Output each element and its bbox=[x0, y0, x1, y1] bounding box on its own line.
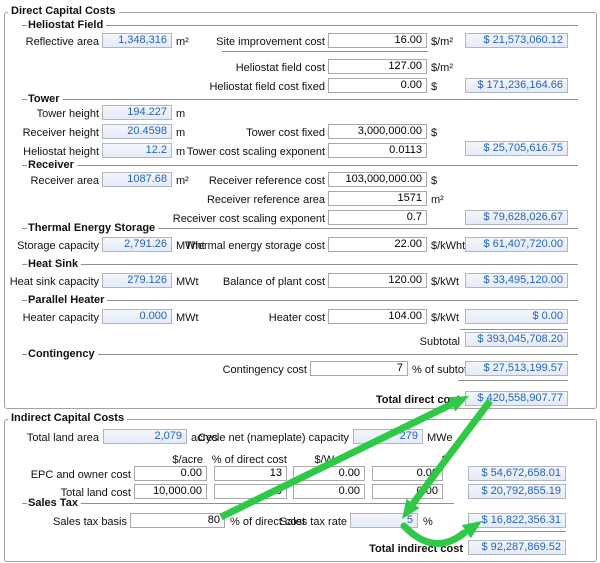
receiver-reference-area-input[interactable]: 1571 bbox=[328, 191, 427, 206]
total-indirect-cost-value: $ 92,287,869.52 bbox=[468, 540, 566, 555]
reflective-area-label: Reflective area bbox=[0, 36, 99, 49]
tower-scaling-exponent-label: Tower cost scaling exponent bbox=[125, 146, 325, 159]
receiver-reference-cost-unit: $ bbox=[431, 175, 437, 188]
heater-capacity-label: Heater capacity bbox=[0, 312, 99, 325]
sales-tax-rate-label: Sales tax rate bbox=[250, 516, 347, 529]
section-contingency-label: Contingency bbox=[27, 348, 98, 360]
epc-total-value: $ 54,672,658.01 bbox=[468, 466, 566, 481]
section-heat-sink: Heat Sink bbox=[22, 258, 578, 270]
heliostat-field-total-value: $ 171,236,164.66 bbox=[465, 78, 568, 93]
tower-total-value: $ 25,705,616.75 bbox=[465, 141, 568, 156]
balance-of-plant-cost-unit: $/kWt bbox=[431, 276, 459, 289]
heliostat-field-cost-input[interactable]: 127.00 bbox=[328, 59, 427, 74]
section-heliostat-field-label: Heliostat Field bbox=[27, 19, 106, 31]
tower-scaling-exponent-input[interactable]: 0.0113 bbox=[328, 143, 427, 158]
tower-cost-fixed-unit: $ bbox=[431, 127, 437, 140]
tower-cost-fixed-label: Tower cost fixed bbox=[125, 127, 325, 140]
sales-tax-basis-input[interactable]: 80 bbox=[130, 513, 225, 528]
receiver-height-label: Receiver height bbox=[0, 127, 99, 140]
receiver-reference-cost-input[interactable]: 103,000,000.00 bbox=[328, 172, 427, 187]
sales-tax-rate-field: 5 bbox=[350, 513, 418, 528]
contingency-total-value: $ 27,513,199.57 bbox=[465, 361, 568, 376]
tower-height-label: Tower height bbox=[0, 108, 99, 121]
receiver-reference-area-label: Receiver reference area bbox=[125, 194, 325, 207]
balance-of-plant-cost-input[interactable]: 120.00 bbox=[328, 273, 427, 288]
heliostat-separator-line bbox=[222, 51, 428, 52]
epc-owner-cost-label: EPC and owner cost bbox=[0, 469, 131, 482]
section-receiver: Receiver bbox=[22, 159, 578, 171]
nameplate-capacity-field: 279 bbox=[353, 429, 423, 444]
receiver-reference-area-unit: m² bbox=[431, 194, 444, 207]
receiver-reference-cost-label: Receiver reference cost bbox=[125, 175, 325, 188]
contingency-cost-input[interactable]: 7 bbox=[310, 361, 408, 376]
land-cost-total-value: $ 20,792,855.19 bbox=[468, 484, 566, 499]
nameplate-capacity-unit: MWe bbox=[427, 432, 452, 445]
site-improvement-cost-unit: $/m² bbox=[431, 36, 453, 49]
site-improvement-total-value: $ 21,573,060.12 bbox=[465, 33, 568, 48]
section-heat-sink-label: Heat Sink bbox=[27, 258, 81, 270]
tes-cost-label: Thermal energy storage cost bbox=[125, 240, 325, 253]
sales-tax-total-value: $ 16,822,356.31 bbox=[468, 513, 566, 528]
site-improvement-cost-input[interactable]: 16.00 bbox=[328, 33, 427, 48]
total-land-area-label: Total land area bbox=[0, 432, 99, 445]
total-indirect-separator-line bbox=[468, 531, 566, 532]
tower-height-field: 194.227 bbox=[102, 105, 172, 120]
total-direct-cost-value: $ 420,558,907.77 bbox=[465, 391, 568, 406]
section-receiver-label: Receiver bbox=[27, 159, 77, 171]
heater-total-value: $ 0.00 bbox=[465, 309, 568, 324]
tes-cost-unit: $/kWht bbox=[431, 240, 465, 253]
section-parallel-heater-label: Parallel Heater bbox=[27, 294, 107, 306]
heat-sink-capacity-label: Heat sink capacity bbox=[0, 276, 99, 289]
tes-cost-input[interactable]: 22.00 bbox=[328, 237, 427, 252]
section-heliostat-field: Heliostat Field bbox=[22, 19, 578, 31]
contingency-cost-label: Contingency cost bbox=[107, 364, 307, 377]
section-contingency: Contingency bbox=[22, 348, 578, 360]
section-tes: Thermal Energy Storage bbox=[22, 222, 578, 234]
capital-costs-page: Direct Capital Costs Heliostat Field Ref… bbox=[0, 0, 600, 563]
section-tes-label: Thermal Energy Storage bbox=[27, 222, 158, 234]
direct-capital-costs-title: Direct Capital Costs bbox=[8, 5, 119, 17]
indirect-capital-costs-title: Indirect Capital Costs bbox=[8, 412, 127, 424]
site-improvement-cost-label: Site improvement cost bbox=[125, 36, 325, 49]
storage-capacity-label: Storage capacity bbox=[0, 240, 99, 253]
tower-cost-fixed-input[interactable]: 3,000,000.00 bbox=[328, 124, 427, 139]
sales-tax-rate-unit: % bbox=[423, 516, 433, 529]
section-tower: Tower bbox=[22, 93, 578, 105]
tower-height-unit: m bbox=[176, 108, 185, 121]
heliostat-field-cost-unit: $/m² bbox=[431, 62, 453, 75]
balance-of-plant-cost-label: Balance of plant cost bbox=[125, 276, 325, 289]
section-sales-tax-label: Sales Tax bbox=[27, 497, 81, 509]
total-direct-cost-label: Total direct cost bbox=[260, 394, 460, 407]
tes-total-value: $ 61,407,720.00 bbox=[465, 237, 568, 252]
epc-pct-direct-input[interactable]: 13 bbox=[214, 466, 287, 481]
epc-per-we-input[interactable]: 0.00 bbox=[293, 466, 365, 481]
heliostat-field-cost-fixed-input[interactable]: 0.00 bbox=[328, 78, 427, 93]
section-sales-tax: Sales Tax bbox=[22, 497, 454, 509]
heater-cost-unit: $/kWt bbox=[431, 312, 459, 325]
epc-per-acre-input[interactable]: 0.00 bbox=[134, 466, 207, 481]
epc-fixed-input[interactable]: 0.00 bbox=[372, 466, 443, 481]
receiver-area-label: Receiver area bbox=[0, 175, 99, 188]
subtotal-value: $ 393,045,708.20 bbox=[465, 332, 568, 347]
heat-sink-total-value: $ 33,495,120.00 bbox=[465, 273, 568, 288]
heliostat-height-label: Heliostat height bbox=[0, 146, 99, 159]
nameplate-capacity-label: Cycle net (nameplate) capacity bbox=[150, 432, 349, 445]
total-direct-separator-line bbox=[458, 380, 568, 381]
total-indirect-cost-label: Total indirect cost bbox=[300, 543, 463, 556]
sales-tax-basis-label: Sales tax basis bbox=[20, 516, 127, 529]
section-parallel-heater: Parallel Heater bbox=[22, 294, 578, 306]
heater-cost-label: Heater cost bbox=[125, 312, 325, 325]
section-tower-label: Tower bbox=[27, 93, 63, 105]
heater-cost-input[interactable]: 104.00 bbox=[328, 309, 427, 324]
subtotal-separator-line bbox=[460, 329, 568, 330]
heliostat-field-cost-label: Heliostat field cost bbox=[125, 62, 325, 75]
